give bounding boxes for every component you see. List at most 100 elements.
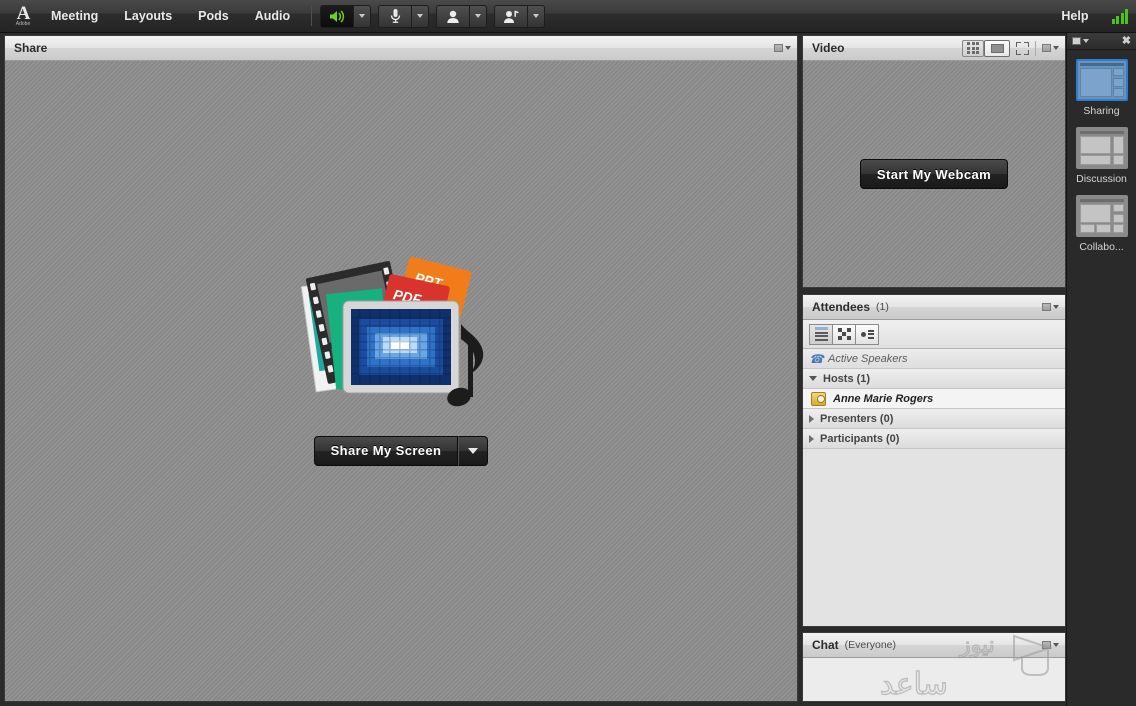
- attendee-row-host[interactable]: Anne Marie Rogers: [803, 389, 1065, 409]
- participants-group-row[interactable]: Participants (0): [803, 429, 1065, 449]
- chat-pod-tools: [1042, 641, 1059, 649]
- grid-view-toggle[interactable]: [962, 39, 984, 57]
- host-badge-icon: [811, 391, 826, 406]
- chat-pod: Chat (Everyone): [802, 632, 1066, 702]
- chevron-down-icon: [468, 447, 479, 454]
- adobe-logo-mark: A: [16, 2, 31, 24]
- attendee-name: Anne Marie Rogers: [833, 392, 934, 405]
- menu-divider: [311, 6, 313, 26]
- raise-hand-dropdown[interactable]: [528, 4, 546, 28]
- raise-hand-button[interactable]: [494, 4, 529, 28]
- layouts-sidebar: ✖ Sharing Discussion Collabo...: [1066, 33, 1136, 706]
- raise-hand-icon: [503, 10, 519, 23]
- attendee-pods-view-button[interactable]: [832, 323, 856, 345]
- pod-options-icon[interactable]: [1042, 641, 1059, 649]
- attendees-pod: Attendees (1) ☎ Active Speakers Hosts (1…: [802, 294, 1066, 627]
- attendees-pod-titlebar: Attendees (1): [803, 295, 1065, 320]
- share-my-screen-split-button[interactable]: Share My Screen: [313, 435, 489, 466]
- active-speakers-label: Active Speakers: [828, 352, 908, 365]
- menu-layouts[interactable]: Layouts: [113, 4, 183, 28]
- microphone-button[interactable]: [378, 4, 413, 28]
- video-pod-tools: [962, 39, 1059, 57]
- webcam-dropdown[interactable]: [470, 4, 488, 28]
- list-view-icon: [814, 327, 828, 341]
- adobe-logo: A Adobe: [8, 1, 38, 31]
- raise-hand-control-group: [494, 4, 546, 28]
- chat-pod-body[interactable]: [803, 658, 1065, 701]
- grid-icon: [967, 42, 979, 54]
- hosts-group-row[interactable]: Hosts (1): [803, 369, 1065, 389]
- webcam-control-group: [436, 4, 488, 28]
- layout-label-sharing: Sharing: [1083, 105, 1120, 117]
- video-pod-title: Video: [812, 41, 845, 55]
- pod-options-icon[interactable]: [1072, 37, 1089, 45]
- chevron-down-icon: [809, 376, 817, 381]
- speaker-dropdown[interactable]: [354, 4, 372, 28]
- chevron-down-icon: [475, 14, 482, 18]
- attendee-list-view-button[interactable]: [809, 323, 833, 345]
- chevron-down-icon: [359, 14, 366, 18]
- share-pod: Share PPT PDF Share My Screen: [4, 35, 798, 702]
- layout-thumbnail-collaboration[interactable]: [1075, 195, 1128, 237]
- attendees-pod-tools: [1042, 303, 1059, 311]
- pod-options-icon[interactable]: [774, 44, 791, 52]
- share-pod-body: PPT PDF Share My Screen: [5, 61, 797, 701]
- microphone-icon: [390, 9, 400, 23]
- video-pod-titlebar: Video: [803, 36, 1065, 61]
- connection-strength-icon[interactable]: [1111, 8, 1128, 24]
- menu-meeting[interactable]: Meeting: [40, 4, 109, 28]
- share-my-screen-dropdown[interactable]: [458, 435, 489, 466]
- share-content-illustration: PPT PDF: [300, 256, 501, 422]
- adobe-logo-word: Adobe: [15, 20, 31, 27]
- speaker-control-group: [320, 4, 372, 28]
- menu-help[interactable]: Help: [1050, 4, 1099, 28]
- attendees-toolbar: [803, 320, 1065, 349]
- layout-item-collaboration[interactable]: Collabo...: [1067, 195, 1136, 253]
- speaker-button[interactable]: [320, 4, 355, 28]
- phone-icon: ☎: [809, 351, 824, 366]
- speaker-icon: [329, 10, 344, 22]
- close-icon[interactable]: ✖: [1122, 36, 1131, 47]
- filmstrip-view-toggle[interactable]: [984, 39, 1010, 57]
- fullscreen-toggle[interactable]: [1016, 41, 1029, 55]
- share-pod-tools: [774, 44, 791, 52]
- chevron-down-icon: [417, 14, 424, 18]
- toolbar-divider: [1035, 40, 1036, 56]
- presenters-group-row[interactable]: Presenters (0): [803, 409, 1065, 429]
- microphone-control-group: [378, 4, 430, 28]
- share-pod-title: Share: [14, 41, 48, 55]
- participants-group-label: Participants (0): [820, 432, 900, 445]
- microphone-dropdown[interactable]: [412, 4, 430, 28]
- layouts-sidebar-header: ✖: [1067, 33, 1136, 50]
- video-pod-body: Start My Webcam: [803, 61, 1065, 287]
- screen-icon: [990, 43, 1004, 53]
- attendee-info-view-button[interactable]: [855, 323, 879, 345]
- share-empty-state: PPT PDF Share My Screen: [300, 256, 501, 466]
- share-pod-titlebar: Share: [5, 36, 797, 61]
- pod-options-icon[interactable]: [1042, 303, 1059, 311]
- menu-audio[interactable]: Audio: [244, 4, 301, 28]
- layout-thumbnail-discussion[interactable]: [1075, 127, 1128, 169]
- layout-thumbnail-sharing[interactable]: [1075, 59, 1128, 101]
- chevron-down-icon: [533, 14, 540, 18]
- menu-pods[interactable]: Pods: [187, 4, 240, 28]
- attendees-pod-title: Attendees: [812, 300, 871, 314]
- menu-bar-right: Help: [1048, 4, 1136, 28]
- start-my-webcam-button[interactable]: Start My Webcam: [859, 159, 1009, 189]
- video-pod: Video Start My Webcam: [802, 35, 1066, 288]
- layout-item-discussion[interactable]: Discussion: [1067, 127, 1136, 185]
- menu-bar: A Adobe Meeting Layouts Pods Audio Help: [0, 0, 1136, 33]
- pod-options-icon[interactable]: [1042, 44, 1059, 52]
- chevron-right-icon: [809, 434, 814, 443]
- share-my-screen-button[interactable]: Share My Screen: [313, 435, 459, 466]
- presenters-group-label: Presenters (0): [820, 412, 894, 425]
- chevron-right-icon: [809, 414, 814, 423]
- layout-item-sharing[interactable]: Sharing: [1067, 59, 1136, 117]
- pods-view-icon: [837, 328, 851, 340]
- webcam-button[interactable]: [436, 4, 471, 28]
- attendees-count: (1): [876, 301, 889, 313]
- active-speakers-row[interactable]: ☎ Active Speakers: [803, 349, 1065, 369]
- chat-pod-title: Chat: [812, 638, 839, 652]
- contact-card-icon: [860, 329, 874, 339]
- layout-label-discussion: Discussion: [1076, 173, 1127, 185]
